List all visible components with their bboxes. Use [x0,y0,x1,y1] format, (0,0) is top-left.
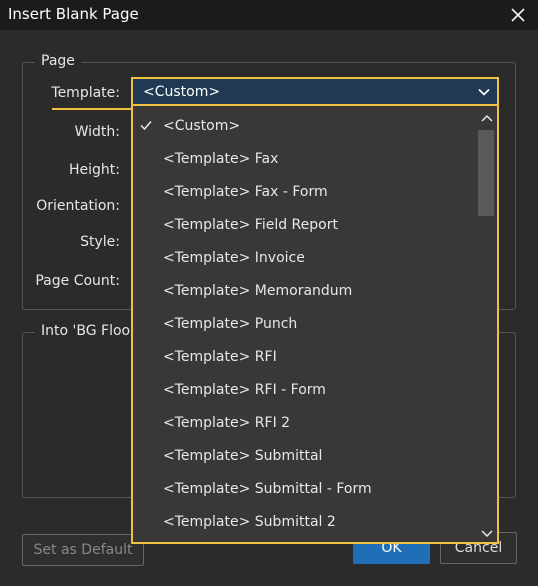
template-option[interactable]: <Template> Fax [133,142,479,175]
template-option-label: <Template> Submittal [163,448,323,464]
template-option-label: <Template> Punch [163,316,298,332]
template-option[interactable]: <Template> Punch [133,307,479,340]
close-button[interactable] [506,3,530,27]
template-option[interactable]: <Template> RFI [133,340,479,373]
template-option-label: <Template> Memorandum [163,283,353,299]
template-combobox[interactable]: <Custom> [131,77,499,106]
style-label: Style: [80,234,120,250]
template-option-label: <Template> Fax - Form [163,184,328,200]
template-option-label: <Template> Field Report [163,217,338,233]
template-option-label: <Template> RFI [163,349,277,365]
template-option[interactable]: <Template> Submittal 2 [133,505,479,538]
chevron-up-icon[interactable] [480,112,494,124]
scrollbar-thumb[interactable] [478,130,494,216]
height-label: Height: [69,162,120,178]
template-option[interactable]: <Template> Memorandum [133,274,479,307]
template-option[interactable]: <Template> Invoice [133,241,479,274]
template-dropdown-list[interactable]: <Custom> <Template> Fax <Template> Fax -… [131,106,499,544]
template-option-label: <Template> Fax [163,151,279,167]
template-option[interactable]: <Template> RFI - Form [133,373,479,406]
template-label: Template: [51,85,120,101]
template-option-label: <Template> RFI 2 [163,415,291,431]
template-combobox-value: <Custom> [143,84,221,100]
chevron-down-icon[interactable] [480,528,494,540]
page-count-label: Page Count: [35,273,120,289]
window-title: Insert Blank Page [8,5,139,23]
template-option-label: <Template> Submittal 2 [163,514,336,530]
template-option[interactable]: <Template> RFI 2 [133,406,479,439]
title-bar: Insert Blank Page [0,0,538,30]
checkmark-icon [140,121,152,131]
chevron-down-icon[interactable] [477,85,491,99]
template-option-label: <Template> RFI - Form [163,382,326,398]
template-option-label: <Template> Submittal - Form [163,481,372,497]
template-option[interactable]: <Custom> [133,109,479,142]
width-label: Width: [74,124,120,140]
close-icon [511,8,525,22]
template-label-underline [52,108,132,110]
page-group-legend: Page [35,53,81,69]
set-as-default-button[interactable]: Set as Default [22,534,144,566]
template-option[interactable]: <Template> Submittal [133,439,479,472]
orientation-label: Orientation: [36,198,120,214]
dropdown-scrollbar[interactable] [477,106,497,542]
template-option-label: <Custom> [163,118,241,134]
template-option-label: <Template> Invoice [163,250,305,266]
into-group-legend: Into 'BG Floor [35,323,142,339]
template-option[interactable]: <Template> Field Report [133,208,479,241]
template-option[interactable]: <Template> Fax - Form [133,175,479,208]
template-option[interactable]: <Template> Submittal - Form [133,472,479,505]
